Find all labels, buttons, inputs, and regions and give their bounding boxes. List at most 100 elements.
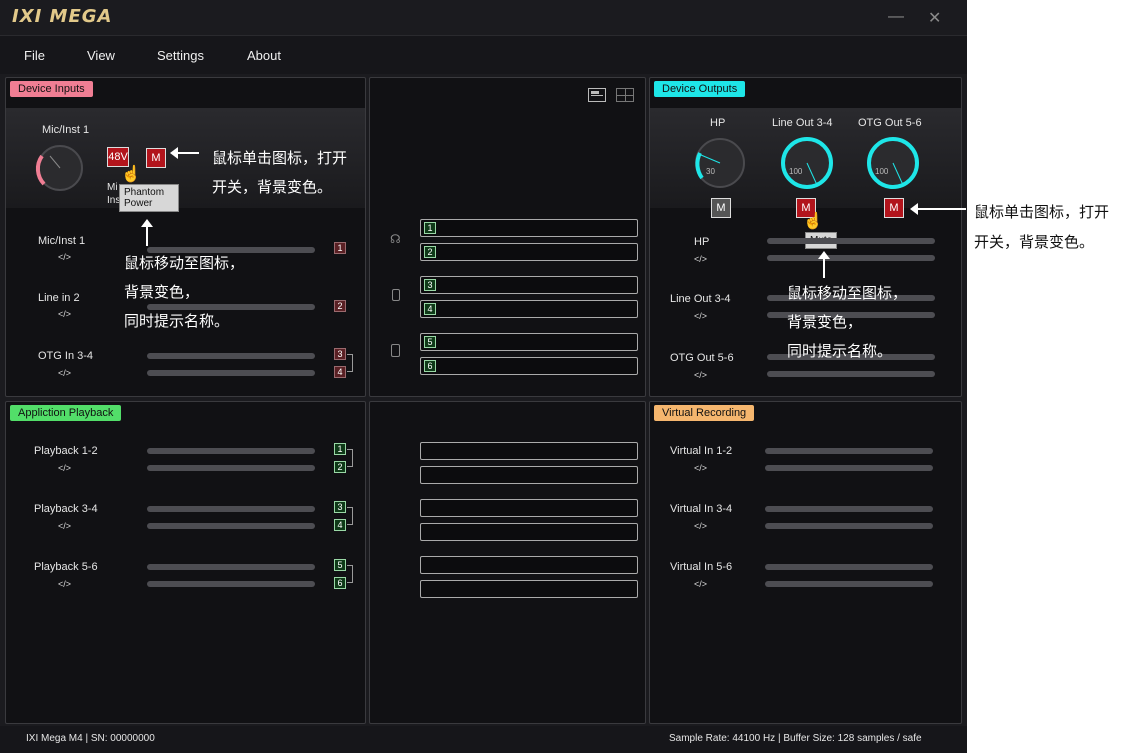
output-meter: [767, 371, 935, 377]
playback-meter: [147, 581, 315, 587]
phone-icon: [391, 344, 400, 357]
route-slot[interactable]: 3: [420, 276, 638, 294]
phantom-power-tooltip: Phantom Power: [119, 184, 179, 212]
menu-view[interactable]: View: [87, 48, 115, 63]
virtual-meter: [765, 506, 933, 512]
route-slot-number: 4: [424, 303, 436, 315]
device-inputs-panel: Device Inputs Mic/Inst 1 48V M Mi Ins Ph…: [5, 77, 366, 397]
right-hover-annotation-line-3: 同时提示名称。: [787, 343, 893, 360]
virtual-channel-code[interactable]: </>: [694, 579, 707, 589]
layout-single-icon[interactable]: [588, 88, 606, 102]
input-meter: [147, 370, 315, 376]
hand-cursor-icon: ☝: [121, 166, 141, 183]
route-slot[interactable]: [420, 466, 638, 484]
playback-channel-code[interactable]: </>: [58, 521, 71, 531]
output-knob-label: OTG Out 5-6: [858, 117, 922, 129]
playback-route-number[interactable]: 3: [334, 501, 346, 513]
output-knob-label: Line Out 3-4: [772, 117, 833, 129]
output-channel-code[interactable]: </>: [694, 370, 707, 380]
output-channel-code[interactable]: </>: [694, 254, 707, 264]
annotation-arrow-left: [916, 208, 966, 210]
mic-mute-button[interactable]: M: [146, 148, 166, 168]
pair-bracket: [347, 449, 353, 467]
virtual-recording-panel: Virtual Recording Virtual In 1-2 </> Vir…: [649, 401, 962, 724]
playback-channel-code[interactable]: </>: [58, 579, 71, 589]
click-annotation-line-1: 鼠标单击图标，打开: [212, 150, 348, 167]
menu-settings[interactable]: Settings: [157, 48, 204, 63]
route-slot[interactable]: [420, 523, 638, 541]
otg-out-volume-knob[interactable]: 100: [865, 135, 921, 191]
playback-route-number[interactable]: 5: [334, 559, 346, 571]
virtual-meter: [765, 523, 933, 529]
device-inputs-title: Device Inputs: [10, 81, 93, 97]
output-channel-name: Line Out 3-4: [670, 293, 731, 305]
annotation-arrow-up: [146, 226, 148, 246]
playback-channel-name: Playback 3-4: [34, 503, 98, 515]
virtual-channel-name: Virtual In 3-4: [670, 503, 733, 515]
virtual-channel-code[interactable]: </>: [694, 463, 707, 473]
virtual-channel-code[interactable]: </>: [694, 521, 707, 531]
playback-channel-name: Playback 5-6: [34, 561, 98, 573]
right-click-annotation-line-1: 鼠标单击图标，打开: [974, 203, 1110, 221]
menu-file[interactable]: File: [24, 48, 45, 63]
playback-title: Appliction Playback: [10, 405, 122, 421]
route-slot[interactable]: 5: [420, 333, 638, 351]
playback-meter: [147, 564, 315, 570]
virtual-channel-name: Virtual In 5-6: [670, 561, 733, 573]
input-channel-code[interactable]: </>: [58, 309, 71, 319]
menu-about[interactable]: About: [247, 48, 281, 63]
close-button[interactable]: ✕: [928, 8, 941, 28]
pair-bracket: [347, 565, 353, 583]
input-route-number[interactable]: 2: [334, 300, 346, 312]
pair-bracket: [347, 507, 353, 525]
playback-route-number[interactable]: 1: [334, 443, 346, 455]
playback-meter: [147, 465, 315, 471]
route-slot[interactable]: [420, 499, 638, 517]
route-slot[interactable]: [420, 442, 638, 460]
line-out-volume-knob[interactable]: 100: [779, 135, 835, 191]
input-channel-code[interactable]: </>: [58, 368, 71, 378]
playback-channel-code[interactable]: </>: [58, 463, 71, 473]
route-slot-number: 5: [424, 336, 436, 348]
line-out-knob-value: 100: [789, 167, 803, 176]
hp-mute-button[interactable]: M: [711, 198, 731, 218]
output-meter: [767, 255, 935, 261]
hover-annotation-line-3: 同时提示名称。: [124, 313, 230, 330]
annotation-arrow-up: [823, 258, 825, 278]
playback-route-number[interactable]: 2: [334, 461, 346, 473]
route-slot[interactable]: 2: [420, 243, 638, 261]
minimize-button[interactable]: —: [888, 8, 904, 26]
playback-meter: [147, 506, 315, 512]
menu-bar: File View Settings About: [0, 36, 967, 74]
layout-grid-icon[interactable]: [616, 88, 634, 102]
input-channel-code[interactable]: </>: [58, 252, 71, 262]
input-route-number[interactable]: 3: [334, 348, 346, 360]
output-channel-code[interactable]: </>: [694, 311, 707, 321]
route-slot-number: 2: [424, 246, 436, 258]
playback-meter: [147, 448, 315, 454]
virtual-meter: [765, 581, 933, 587]
speaker-icon: [392, 289, 400, 301]
route-slot[interactable]: [420, 556, 638, 574]
mic-gain-knob[interactable]: [34, 142, 86, 194]
input-route-number[interactable]: 1: [334, 242, 346, 254]
route-slot[interactable]: 6: [420, 357, 638, 375]
click-annotation-line-2: 开关，背景变色。: [212, 179, 333, 196]
playback-channel-name: Playback 1-2: [34, 445, 98, 457]
input-meter: [147, 353, 315, 359]
playback-route-number[interactable]: 4: [334, 519, 346, 531]
arrow-head-icon: [910, 203, 918, 215]
mic-inst-knob-label: Mic/Inst 1: [42, 124, 90, 136]
input-channel-name: Line in 2: [38, 292, 80, 304]
virtual-meter: [765, 448, 933, 454]
route-slot[interactable]: 1: [420, 219, 638, 237]
playback-route-number[interactable]: 6: [334, 577, 346, 589]
hp-volume-knob[interactable]: 30: [692, 135, 748, 191]
route-slot[interactable]: [420, 580, 638, 598]
virtual-meter: [765, 465, 933, 471]
app-window: IXI MEGA — ✕ File View Settings About De…: [0, 0, 967, 753]
otg-out-mute-button[interactable]: M: [884, 198, 904, 218]
input-route-number[interactable]: 4: [334, 366, 346, 378]
route-slot[interactable]: 4: [420, 300, 638, 318]
hp-knob-value: 30: [706, 167, 715, 176]
